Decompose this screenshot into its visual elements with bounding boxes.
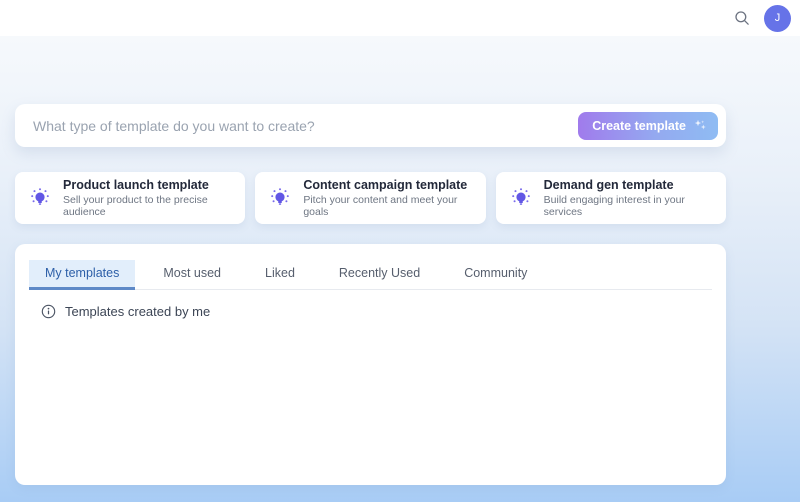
tab-my-templates[interactable]: My templates: [29, 260, 136, 290]
card-subtitle: Build engaging interest in your services: [543, 194, 685, 218]
lightbulb-icon: [510, 187, 532, 209]
card-title: Demand gen template: [543, 178, 674, 192]
create-template-label: Create template: [592, 118, 686, 133]
card-title: Product launch template: [63, 178, 209, 192]
template-prompt-bar: Create template: [15, 104, 726, 147]
sparkles-icon: [693, 118, 708, 133]
card-demand-gen-template[interactable]: Demand gen template Build engaging inter…: [495, 172, 726, 224]
tab-most-used[interactable]: Most used: [147, 260, 237, 290]
tab-recently-used[interactable]: Recently Used: [323, 260, 436, 290]
tab-liked[interactable]: Liked: [249, 260, 311, 290]
templates-panel: My templates Most used Liked Recently Us…: [15, 244, 726, 485]
card-subtitle: Pitch your content and meet your goals: [303, 194, 458, 218]
card-subtitle: Sell your product to the precise audienc…: [63, 194, 208, 218]
info-icon: [41, 304, 56, 319]
empty-state-row: Templates created by me: [41, 304, 712, 319]
tab-community[interactable]: Community: [448, 260, 543, 290]
create-template-button[interactable]: Create template: [578, 111, 718, 140]
template-suggestions: Product launch template Sell your produc…: [15, 172, 726, 224]
card-content-campaign-template[interactable]: Content campaign template Pitch your con…: [255, 172, 486, 224]
empty-state-label: Templates created by me: [65, 304, 211, 319]
lightbulb-icon: [29, 187, 51, 209]
avatar[interactable]: J: [764, 4, 791, 32]
card-title: Content campaign template: [303, 178, 468, 192]
top-bar: J: [0, 0, 800, 36]
template-prompt-input[interactable]: [33, 117, 579, 134]
card-product-launch-template[interactable]: Product launch template Sell your produc…: [15, 172, 246, 224]
lightbulb-icon: [269, 187, 291, 209]
templates-tabs: My templates Most used Liked Recently Us…: [29, 260, 712, 290]
page-background: Create template: [0, 36, 800, 502]
search-icon[interactable]: [730, 6, 754, 30]
